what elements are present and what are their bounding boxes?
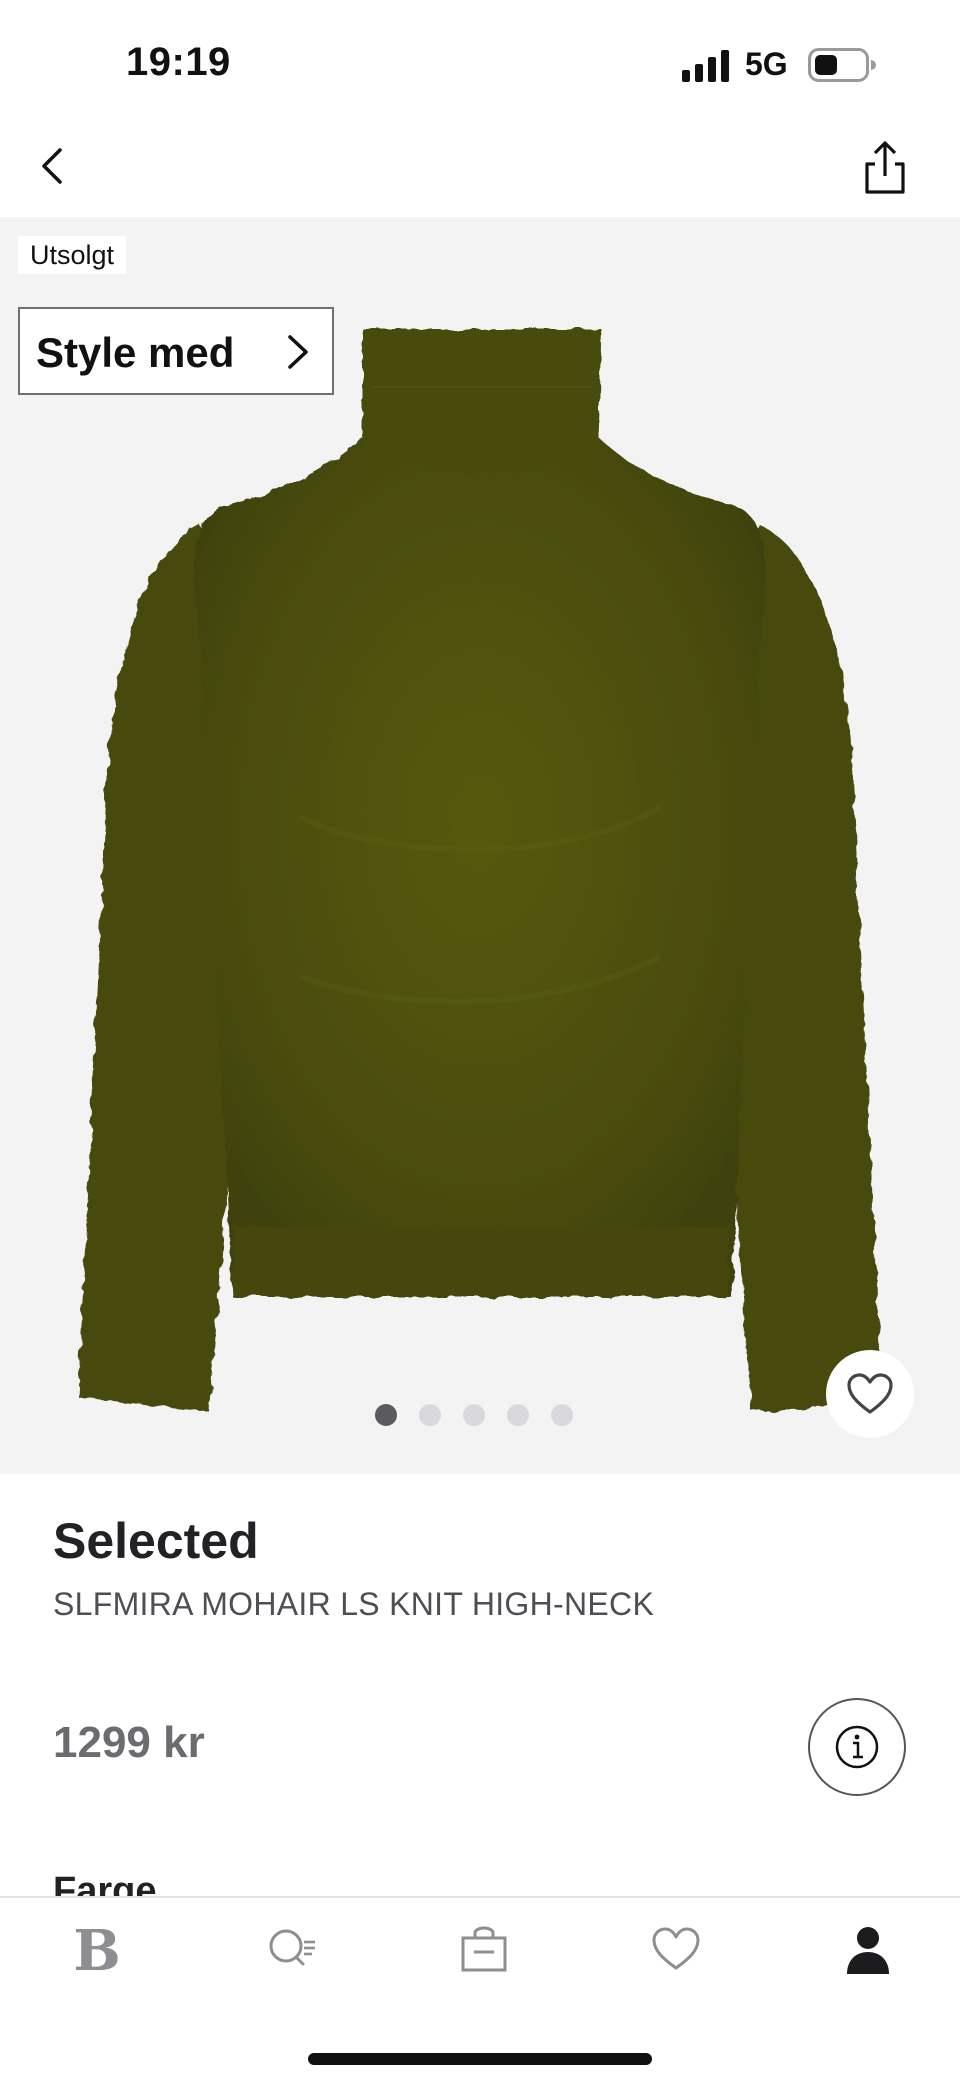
style-with-button[interactable]: Style med — [18, 307, 334, 395]
sold-out-badge: Utsolgt — [18, 236, 127, 274]
chevron-right-icon — [288, 335, 308, 369]
brand-logo: B — [73, 1918, 121, 1984]
tab-home[interactable]: B — [47, 1918, 147, 1984]
tab-favorites[interactable] — [622, 1918, 722, 1984]
back-button[interactable] — [30, 136, 76, 196]
share-button[interactable] — [860, 138, 910, 198]
heart-icon — [847, 1373, 893, 1414]
tab-bag[interactable] — [430, 1918, 530, 1984]
heart-icon — [652, 1927, 700, 1970]
status-bar: 19:19 5G — [0, 0, 960, 120]
person-icon — [847, 1927, 889, 1974]
search-icon — [269, 1929, 315, 1966]
chevron-left-icon — [42, 148, 62, 184]
favorite-button[interactable] — [826, 1350, 914, 1438]
cellular-signal-icon — [682, 50, 729, 82]
pagination-dot[interactable] — [551, 1404, 573, 1426]
pagination-dot[interactable] — [507, 1404, 529, 1426]
price-info-button[interactable] — [808, 1698, 906, 1796]
battery-icon — [808, 48, 876, 82]
style-with-label: Style med — [36, 329, 235, 376]
product-image-gallery[interactable] — [0, 217, 960, 1474]
share-icon — [865, 141, 905, 194]
pagination-dot[interactable] — [419, 1404, 441, 1426]
tab-profile[interactable] — [814, 1918, 914, 1984]
shopping-bag-icon — [461, 1926, 507, 1972]
pagination-dot[interactable] — [463, 1404, 485, 1426]
product-price: 1299 kr — [53, 1718, 205, 1767]
tab-search[interactable] — [238, 1918, 338, 1984]
pagination-dot[interactable] — [375, 1404, 397, 1426]
product-name: SLFMIRA MOHAIR LS KNIT HIGH-NECK — [53, 1586, 655, 1622]
product-image — [78, 329, 882, 1412]
home-indicator — [308, 2053, 652, 2065]
product-brand: Selected — [53, 1513, 259, 1569]
status-time: 19:19 — [126, 40, 231, 84]
gallery-pagination — [375, 1400, 595, 1428]
network-type: 5G — [745, 46, 788, 82]
navigation-bar — [0, 130, 960, 216]
info-icon — [835, 1725, 879, 1769]
